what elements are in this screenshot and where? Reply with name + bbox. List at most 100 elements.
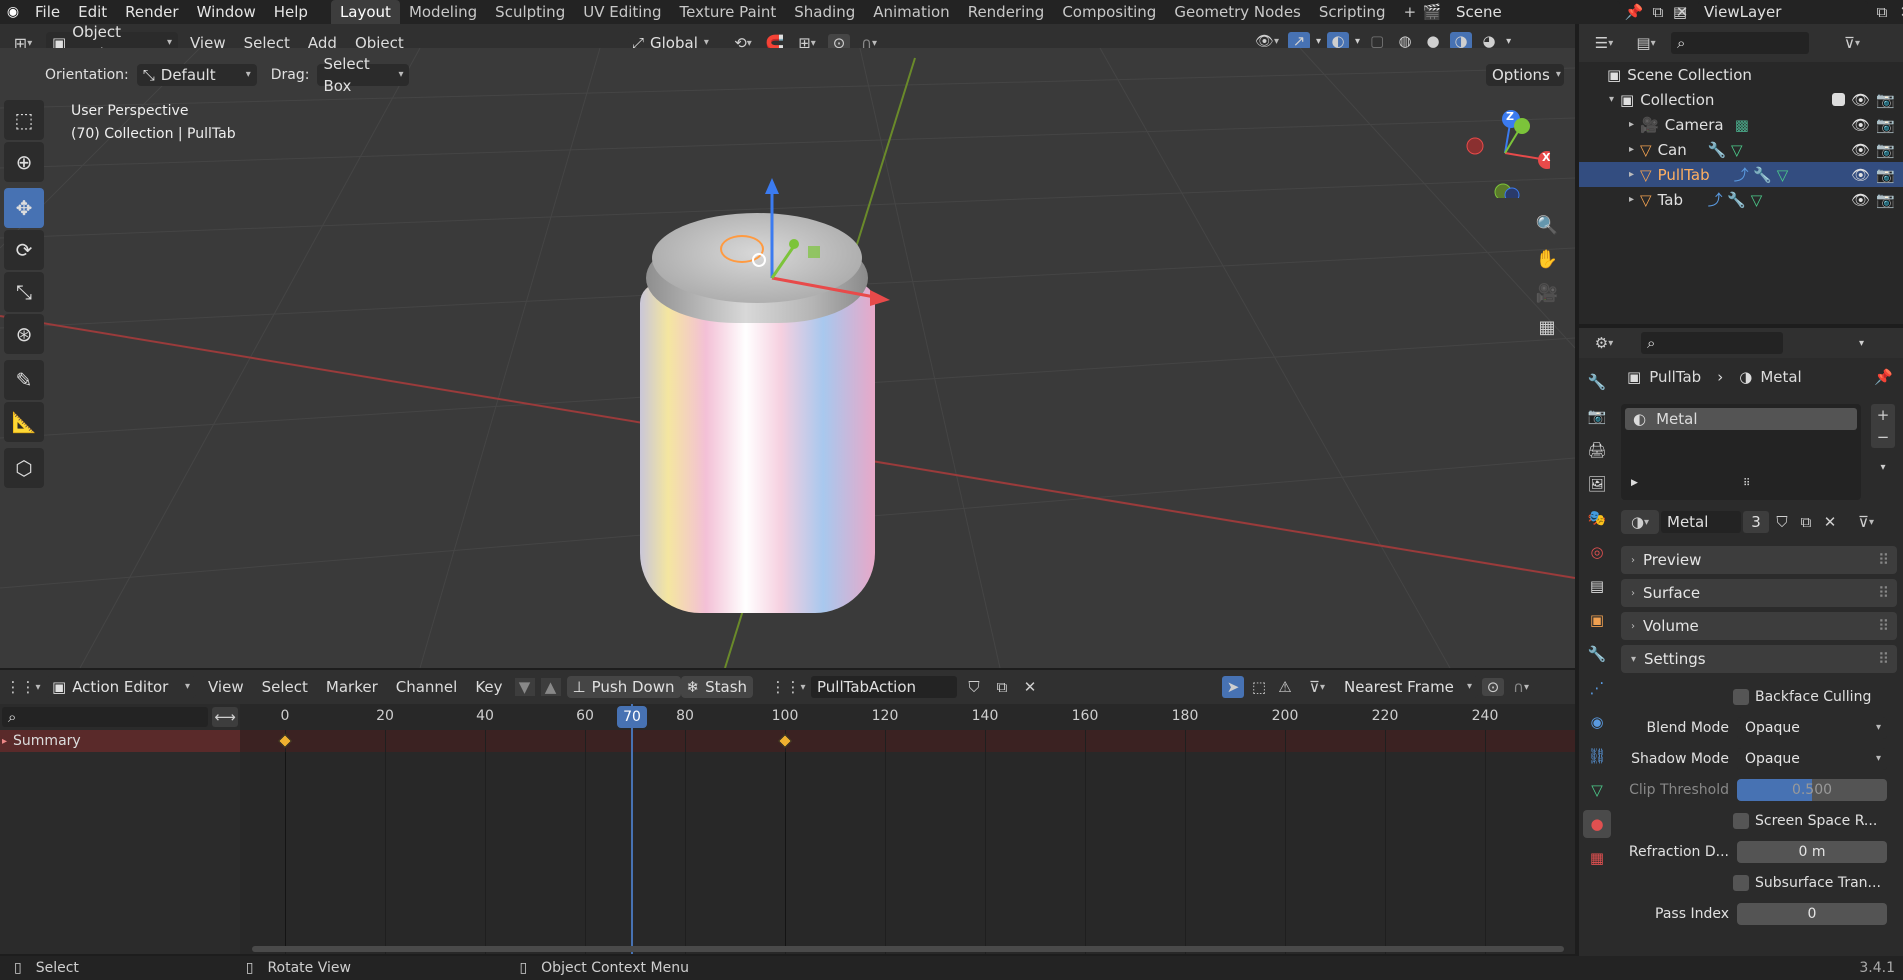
exclude-checkbox[interactable]: [1832, 93, 1846, 106]
tab-sculpting[interactable]: Sculpting: [486, 0, 574, 24]
summary-channel[interactable]: ▸ Summary: [0, 730, 240, 752]
scene-tab-icon[interactable]: 🎭: [1583, 504, 1611, 532]
browse-action-icon[interactable]: ⋮⋮ ▾: [771, 678, 806, 696]
eye-icon[interactable]: 👁: [1851, 91, 1870, 109]
layer-up-icon[interactable]: ▲: [540, 678, 561, 696]
move-tool[interactable]: ✥: [4, 188, 44, 228]
render-camera-icon[interactable]: 📷: [1876, 166, 1895, 184]
render-camera-icon[interactable]: 📷: [1876, 191, 1895, 209]
material-name-field[interactable]: Metal: [1661, 511, 1741, 533]
tab-scripting[interactable]: Scripting: [1310, 0, 1395, 24]
pass-index-field[interactable]: 0: [1737, 902, 1887, 925]
fake-user-icon[interactable]: ⛉: [1771, 513, 1793, 531]
constraints-tab-icon[interactable]: ⛓: [1583, 742, 1611, 770]
add-slot-icon[interactable]: +: [1871, 404, 1895, 426]
blender-logo-icon[interactable]: ◉: [0, 0, 26, 24]
modifier-tab-icon[interactable]: 🔧: [1583, 640, 1611, 668]
remove-slot-icon[interactable]: −: [1871, 426, 1895, 448]
menu-help[interactable]: Help: [265, 0, 317, 24]
view-layer-tab-icon[interactable]: 🖼: [1583, 470, 1611, 498]
action-name-field[interactable]: PullTabAction: [811, 676, 958, 698]
measure-tool[interactable]: 📐: [4, 402, 44, 442]
scene-name-field[interactable]: Scene: [1450, 1, 1620, 23]
keyframe-region[interactable]: 0 20 40 60 80 100 120 140 160 180 200 220 240 70: [240, 704, 1575, 954]
object-tab-icon[interactable]: ▣: [1583, 606, 1611, 634]
outliner-item-tab[interactable]: ▸ ▽ Tab ⤴ 🔧 ▽ 👁 📷: [1579, 187, 1903, 212]
material-slot-item[interactable]: ◐ Metal: [1625, 408, 1857, 430]
move-gizmo[interactable]: [720, 128, 900, 318]
outliner-editor-icon[interactable]: ☰ ▾: [1587, 34, 1621, 52]
dope-filter-icon[interactable]: ⊽ ▾: [1300, 678, 1334, 696]
list-resize-icon[interactable]: ⠿: [1743, 478, 1750, 489]
orientation-dropdown[interactable]: ⤡ Default ▾: [136, 64, 257, 86]
refraction-depth-field[interactable]: 0 m: [1737, 840, 1887, 863]
action-editor[interactable]: ⌕ ⟷ ▸ Summary 0 20 40 60 80 100 120 140 160 180 200…: [0, 704, 1575, 954]
expand-icon[interactable]: ▸: [1629, 144, 1634, 155]
tab-uv-editing[interactable]: UV Editing: [574, 0, 670, 24]
tab-animation[interactable]: Animation: [864, 0, 958, 24]
collapse-icon[interactable]: ▾: [1609, 94, 1614, 105]
menu-window[interactable]: Window: [188, 0, 265, 24]
horizontal-scrollbar[interactable]: [252, 946, 1564, 952]
navigation-gizmo[interactable]: [1460, 108, 1550, 198]
drag-dropdown[interactable]: Select Box ▾: [317, 55, 410, 95]
camera-view-icon[interactable]: 🎥: [1530, 276, 1564, 310]
shadow-mode-dropdown[interactable]: Opaque ▾: [1737, 747, 1887, 770]
render-camera-icon[interactable]: 📷: [1876, 91, 1895, 109]
current-frame-indicator[interactable]: 70: [617, 706, 647, 728]
3d-viewport[interactable]: User Perspective (70) Collection | PullT…: [0, 48, 1575, 668]
unlink-action-icon[interactable]: ✕: [1019, 678, 1041, 696]
dope-editor-type-icon[interactable]: ⋮⋮ ▾: [5, 678, 40, 696]
pan-hand-icon[interactable]: ✋: [1530, 242, 1564, 276]
snapping-dropdown[interactable]: Nearest Frame ▾: [1338, 676, 1478, 698]
pin-icon[interactable]: 📌: [1874, 368, 1893, 386]
properties-search[interactable]: ⌕: [1641, 332, 1783, 354]
channel-search[interactable]: ⌕: [2, 707, 208, 727]
tab-modeling[interactable]: Modeling: [400, 0, 486, 24]
close-view-layer-icon[interactable]: ✕: [1896, 3, 1903, 21]
browse-material-icon[interactable]: ◑ ▾: [1621, 510, 1659, 534]
outliner-collection[interactable]: ▾ ▣ Collection 👁 📷: [1579, 87, 1903, 112]
backface-culling-checkbox[interactable]: [1733, 688, 1749, 705]
drag-handle-icon[interactable]: ⠿: [1878, 650, 1889, 668]
expand-icon[interactable]: ▸: [1629, 169, 1634, 180]
eye-icon[interactable]: 👁: [1851, 191, 1870, 209]
eye-icon[interactable]: 👁: [1851, 141, 1870, 159]
options-dropdown[interactable]: Options ▾: [1486, 64, 1564, 86]
new-scene-icon[interactable]: ⧉: [1648, 3, 1668, 21]
tab-rendering[interactable]: Rendering: [959, 0, 1054, 24]
shading-dropdown-icon[interactable]: ▾: [1506, 36, 1511, 47]
dope-menu-key[interactable]: Key: [469, 676, 508, 698]
pin-icon[interactable]: 📌: [1624, 3, 1644, 21]
scene-icon[interactable]: 🎬: [1418, 3, 1446, 21]
surface-panel[interactable]: › Surface ⠿: [1621, 579, 1897, 607]
slot-specials-icon[interactable]: ▾: [1871, 456, 1895, 478]
material-slot-list[interactable]: ◐ Metal ▶ ⠿: [1621, 404, 1861, 500]
particles-tab-icon[interactable]: ⋰: [1583, 674, 1611, 702]
tool-tab-icon[interactable]: 🔧: [1583, 368, 1611, 396]
stash-button[interactable]: ❄ Stash: [680, 676, 754, 698]
tab-shading[interactable]: Shading: [785, 0, 864, 24]
dope-menu-channel[interactable]: Channel: [390, 676, 464, 698]
drag-handle-icon[interactable]: ⠿: [1878, 551, 1889, 569]
outliner-item-pulltab[interactable]: ▸ ▽ PullTab ⤴ 🔧 ▽ 👁 📷: [1579, 162, 1903, 187]
drag-handle-icon[interactable]: ⠿: [1878, 584, 1889, 602]
output-tab-icon[interactable]: 🖨: [1583, 436, 1611, 464]
settings-panel[interactable]: ▾ Settings ⠿: [1621, 645, 1897, 673]
dope-menu-marker[interactable]: Marker: [320, 676, 384, 698]
new-view-layer-icon[interactable]: ⧉: [1872, 3, 1892, 21]
tab-layout[interactable]: Layout: [330, 0, 400, 24]
collection-tab-icon[interactable]: ▤: [1583, 572, 1611, 600]
outliner-search[interactable]: ⌕: [1671, 32, 1809, 54]
push-down-button[interactable]: ⊥ Push Down: [566, 676, 681, 698]
eye-icon[interactable]: 👁: [1851, 116, 1870, 134]
render-camera-icon[interactable]: 📷: [1876, 141, 1895, 159]
drag-handle-icon[interactable]: ⠿: [1878, 617, 1889, 635]
screen-space-checkbox[interactable]: [1733, 812, 1749, 829]
view-layer-icon[interactable]: ▤: [1666, 3, 1694, 21]
overlay-dropdown-icon[interactable]: ▾: [1355, 36, 1360, 47]
select-box-tool[interactable]: ⬚: [4, 100, 44, 140]
action-fake-user-icon[interactable]: ⛉: [963, 678, 985, 696]
texture-tab-icon[interactable]: ▦: [1583, 844, 1611, 872]
filter-icon[interactable]: ⊽ ▾: [1835, 34, 1869, 52]
